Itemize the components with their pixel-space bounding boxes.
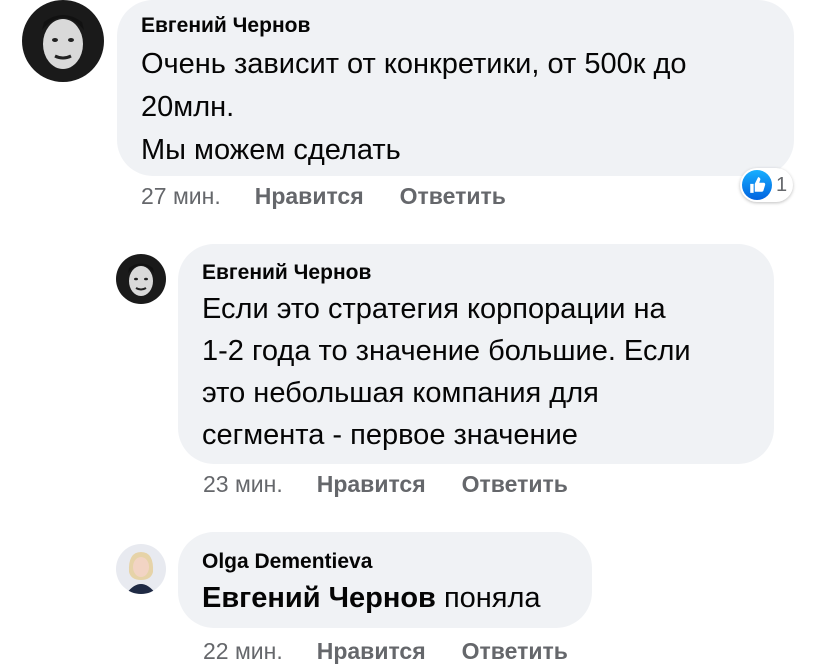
comment-text-line: Если это стратегия корпорации на	[202, 293, 666, 325]
comment-author[interactable]: Евгений Чернов	[202, 258, 754, 288]
comment-bubble: Евгений Чернов Если это стратегия корпор…	[178, 244, 774, 464]
comment-text: Евгений Чернов поняла	[202, 576, 572, 620]
reply-button[interactable]: Ответить	[400, 183, 506, 210]
comment-bubble: Olga Dementieva Евгений Чернов поняла	[178, 532, 592, 628]
avatar-photo-man	[116, 254, 166, 304]
comment-meta: 23 мин. Нравится Ответить	[203, 468, 568, 500]
comment-meta: 27 мин. Нравится Ответить	[141, 180, 506, 212]
like-button[interactable]: Нравится	[317, 638, 426, 665]
reply-button[interactable]: Ответить	[462, 471, 568, 498]
avatar[interactable]	[22, 0, 104, 82]
comment-text-line: 1-2 года то значение большие. Если	[202, 335, 691, 367]
comment-bubble: Евгений Чернов Очень зависит от конкрети…	[117, 0, 794, 176]
avatar[interactable]	[116, 544, 166, 594]
comment-text-line: сегмента - первое значение	[202, 419, 578, 451]
comment-text-line: это небольшая компания для	[202, 377, 599, 409]
reaction-summary[interactable]: 1	[740, 168, 794, 202]
like-button[interactable]: Нравится	[255, 183, 364, 210]
comment-text-body: поняла	[443, 582, 541, 614]
comment-author[interactable]: Евгений Чернов	[141, 12, 772, 40]
like-icon	[742, 170, 772, 200]
avatar-photo-man	[22, 0, 104, 82]
comment-timestamp[interactable]: 27 мин.	[141, 183, 221, 210]
comment-text-line: 20млн.	[141, 91, 235, 123]
reaction-count: 1	[776, 173, 788, 196]
comment-meta: 22 мин. Нравится Ответить	[203, 635, 568, 667]
comment-timestamp[interactable]: 23 мин.	[203, 471, 283, 498]
comment-timestamp[interactable]: 22 мин.	[203, 638, 283, 665]
comment-text-line: Очень зависит от конкретики, от 500к до	[141, 48, 687, 80]
mention-link[interactable]: Евгений Чернов	[202, 582, 436, 614]
reply-button[interactable]: Ответить	[462, 638, 568, 665]
like-button[interactable]: Нравится	[317, 471, 426, 498]
comment-text-line: Мы можем сделать	[141, 134, 401, 166]
comment-author[interactable]: Olga Dementieva	[202, 548, 572, 576]
avatar[interactable]	[116, 254, 166, 304]
avatar-photo-woman	[116, 544, 166, 594]
